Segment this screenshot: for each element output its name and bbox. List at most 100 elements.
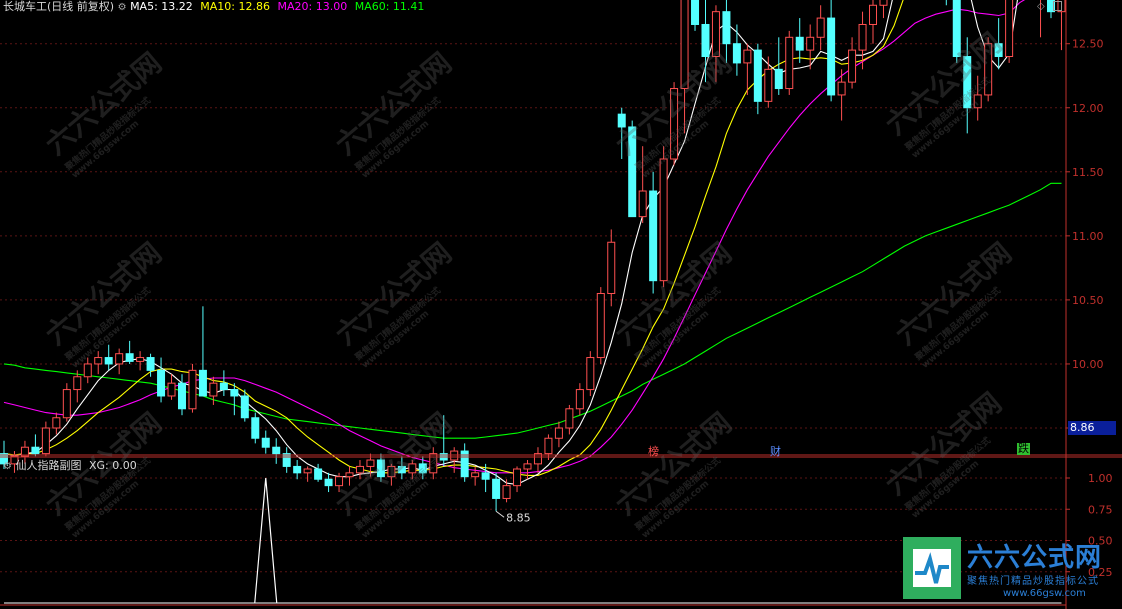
candle[interactable] <box>230 383 239 416</box>
candle[interactable] <box>272 438 281 464</box>
candle[interactable] <box>943 0 950 6</box>
y-tick-label: 10.50 <box>1072 294 1104 307</box>
candle-body <box>73 376 82 391</box>
marker-bang[interactable]: 榜 <box>648 443 659 459</box>
candle[interactable] <box>795 18 804 63</box>
candle[interactable] <box>523 460 532 480</box>
candle[interactable] <box>177 374 186 416</box>
candle-body <box>575 389 584 410</box>
candle[interactable] <box>104 344 113 371</box>
candle[interactable] <box>73 370 82 403</box>
candle[interactable] <box>869 0 878 44</box>
candle-body <box>198 369 207 397</box>
candle[interactable] <box>785 30 794 95</box>
candle-body <box>230 389 239 397</box>
candle[interactable] <box>649 171 658 294</box>
stock-title[interactable]: 长城车工(日线 前复权) <box>3 0 114 13</box>
candle-body <box>565 408 574 429</box>
candle[interactable] <box>565 404 574 435</box>
candle-body <box>869 4 878 25</box>
candle[interactable] <box>722 0 731 63</box>
annotation-label: 8.85 <box>506 511 530 524</box>
candle-body <box>146 357 155 371</box>
candle-body <box>314 468 323 480</box>
diamond-icon[interactable]: ◇ <box>1037 1 1045 12</box>
candle[interactable] <box>837 69 846 121</box>
candle[interactable] <box>293 460 302 480</box>
candle[interactable] <box>596 287 605 364</box>
site-logo: 六六公式网 聚焦热门精品炒股指标公式 www.66gsw.com <box>903 533 1119 603</box>
candle-body <box>251 417 260 439</box>
logo-slogan: 聚焦热门精品炒股指标公式 <box>967 576 1099 587</box>
candle[interactable] <box>188 363 197 413</box>
candle[interactable] <box>261 430 270 454</box>
candle[interactable] <box>533 447 542 473</box>
candle-body <box>62 389 71 419</box>
candle[interactable] <box>115 348 124 375</box>
candle[interactable] <box>167 374 176 400</box>
candle-body <box>115 353 124 365</box>
candle[interactable] <box>41 421 50 457</box>
candle[interactable] <box>816 5 825 51</box>
ma60-value: MA60: 11.41 <box>354 0 425 13</box>
window-toggle-icon[interactable] <box>1053 1 1062 11</box>
candle-body <box>324 478 333 487</box>
candle[interactable] <box>282 447 291 473</box>
candle[interactable] <box>879 0 888 19</box>
candle[interactable] <box>31 434 40 457</box>
candle-body <box>513 468 522 487</box>
candle[interactable] <box>544 434 553 461</box>
sub-header: ⚙ 仙人指路副图 XG: 0.00 <box>3 459 137 473</box>
candle[interactable] <box>607 229 616 307</box>
candle[interactable] <box>764 56 773 108</box>
candle-body <box>240 395 249 419</box>
candle-body <box>157 369 166 397</box>
candle-body <box>764 68 773 102</box>
candle-body <box>41 427 50 455</box>
candle[interactable] <box>157 357 166 403</box>
candle[interactable] <box>94 351 103 375</box>
candle[interactable] <box>303 466 312 482</box>
candle-body <box>827 17 836 96</box>
marker-die[interactable]: 跌 <box>1017 443 1030 455</box>
candle[interactable] <box>554 421 563 448</box>
candle-body <box>167 382 176 397</box>
candle[interactable] <box>827 0 836 102</box>
settings-icon[interactable]: ⚙ <box>118 2 127 13</box>
candle[interactable] <box>125 340 134 364</box>
main-header: 长城车工(日线 前复权) ⚙ MA5: 13.22 MA10: 12.86 MA… <box>3 0 424 14</box>
candle[interactable] <box>471 466 480 486</box>
xg-value: XG: 0.00 <box>88 459 137 472</box>
candle-body <box>293 465 302 474</box>
candle[interactable] <box>62 383 71 422</box>
candle[interactable] <box>52 412 61 435</box>
candle-body <box>753 49 762 102</box>
candle[interactable] <box>136 351 145 371</box>
candle-body <box>303 468 312 474</box>
marker-cai[interactable]: 财 <box>770 443 781 459</box>
candle-body <box>83 363 92 378</box>
candle[interactable] <box>492 472 501 512</box>
candle[interactable] <box>198 306 207 397</box>
settings-icon[interactable]: ⚙ <box>3 461 12 472</box>
candle[interactable] <box>575 383 584 416</box>
candle[interactable] <box>586 351 595 396</box>
candle[interactable] <box>502 479 511 503</box>
current-price-box: 8.86 <box>1068 421 1116 435</box>
sub-title[interactable]: 仙人指路副图 <box>15 459 81 472</box>
candle-body <box>858 23 867 51</box>
candle[interactable] <box>314 463 323 482</box>
candle-body <box>806 36 815 51</box>
candle[interactable] <box>251 412 260 444</box>
candle-body <box>209 382 218 397</box>
candle-body <box>837 81 846 96</box>
candle[interactable] <box>753 43 762 115</box>
candle[interactable] <box>691 0 700 31</box>
candle[interactable] <box>848 37 857 89</box>
candle-body <box>722 11 731 45</box>
candle[interactable] <box>219 370 228 396</box>
candle-body <box>125 353 134 362</box>
candle[interactable] <box>513 466 522 493</box>
candle-body <box>732 43 741 64</box>
ma20-value: MA20: 13.00 <box>277 0 348 13</box>
